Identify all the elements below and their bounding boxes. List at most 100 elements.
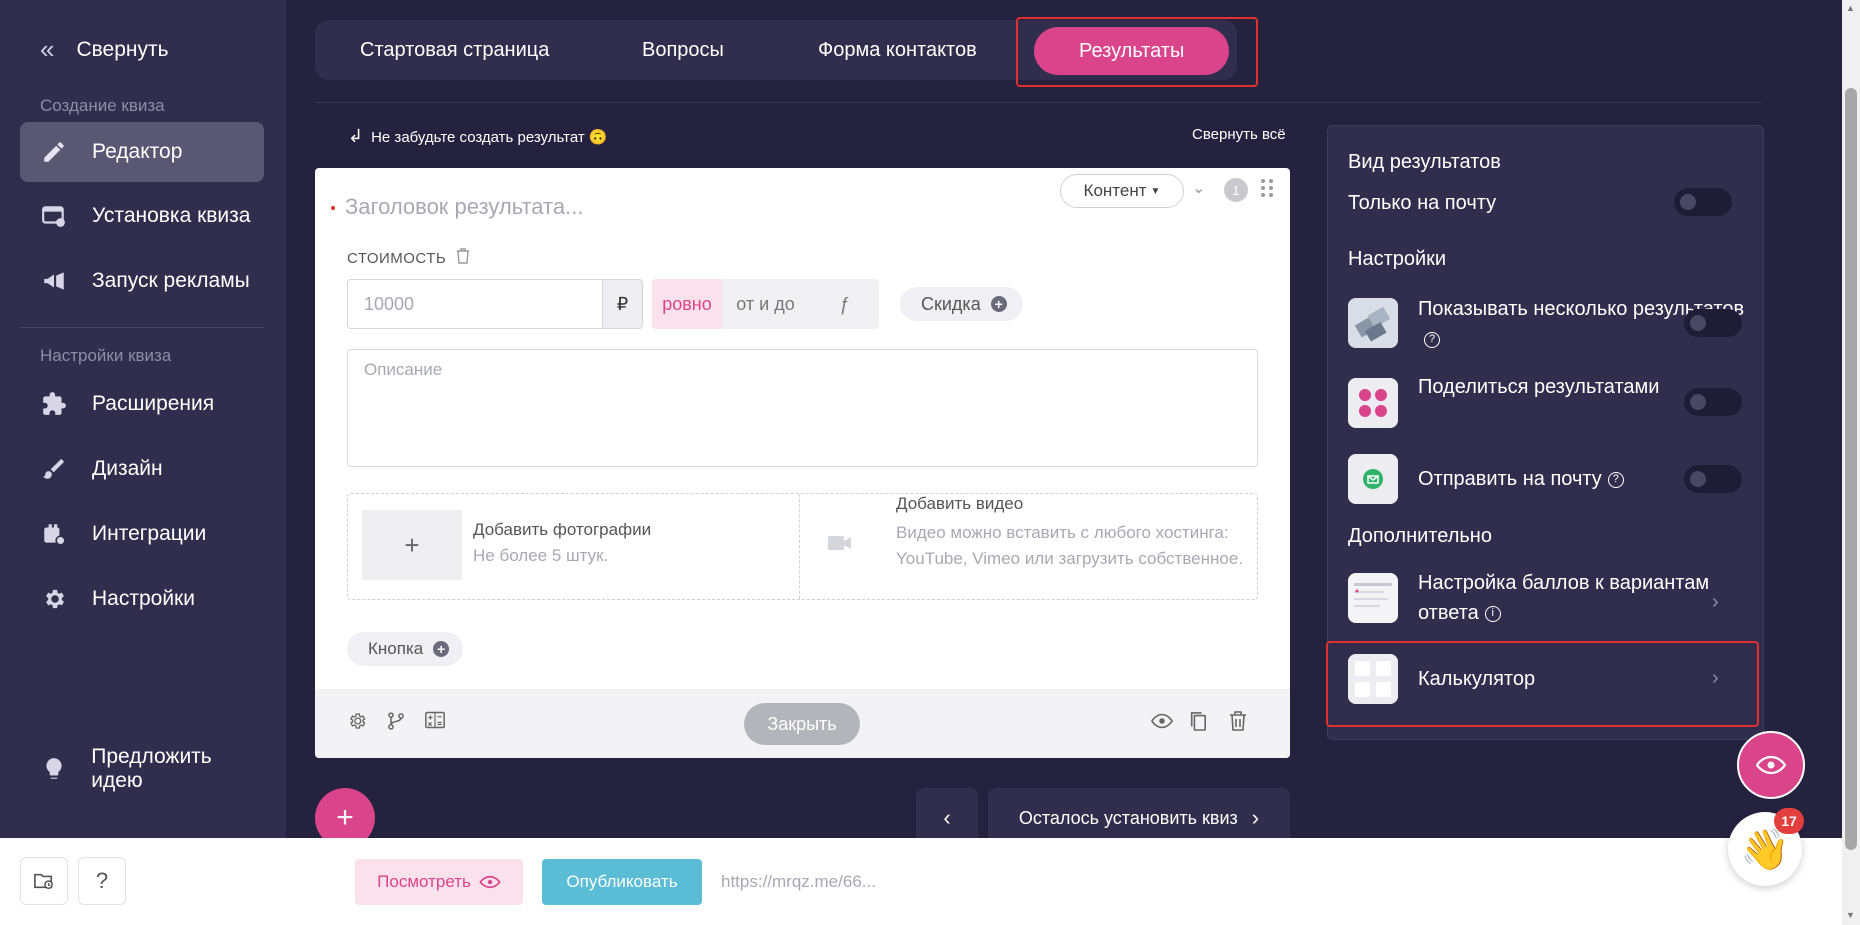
email-only-label: Только на почту <box>1348 192 1497 214</box>
multiple-results-icon <box>1348 298 1398 348</box>
discount-button[interactable]: Скидка + <box>900 287 1023 321</box>
help-circle-icon[interactable]: ? <box>1424 331 1440 348</box>
add-button-chip[interactable]: Кнопка + <box>347 632 464 666</box>
mode-formula[interactable]: ƒ <box>809 279 879 329</box>
tab-questions[interactable]: Вопросы <box>642 20 724 80</box>
plus-circle-icon: + <box>990 296 1007 312</box>
sidebar-item-suggest-idea[interactable]: Предложить идею <box>20 739 264 799</box>
drag-handle-icon[interactable] <box>1260 178 1274 198</box>
preview-eye-button[interactable] <box>1737 731 1805 799</box>
delete-icon[interactable] <box>1229 711 1251 733</box>
calculator-grid-icon[interactable] <box>425 711 447 733</box>
required-marker <box>331 206 335 210</box>
close-card-button[interactable]: Закрыть <box>744 703 860 745</box>
sidebar-item-label: Предложить идею <box>91 745 212 792</box>
install-icon <box>40 202 68 230</box>
media-separator <box>799 494 800 599</box>
sidebar-item-label: Дизайн <box>92 457 163 480</box>
result-title-input[interactable]: Заголовок результата... <box>345 194 583 220</box>
lightbulb-icon <box>40 755 67 783</box>
collapse-all-link[interactable]: Свернуть всё <box>1192 126 1286 143</box>
puzzle-icon <box>40 390 68 418</box>
chevron-down-icon[interactable]: ⌄ <box>1192 178 1205 198</box>
chevron-right-icon[interactable]: › <box>1712 591 1719 614</box>
sidebar-item-extensions[interactable]: Расширения <box>20 374 264 434</box>
sidebar-item-settings[interactable]: Настройки <box>20 569 264 629</box>
help-button[interactable]: ? <box>78 857 126 905</box>
result-card: Заголовок результата... Контент ▼ ⌄ 1 СТ… <box>315 168 1290 758</box>
extra-heading: Дополнительно <box>1348 525 1492 547</box>
copy-icon[interactable] <box>1189 711 1211 733</box>
sidebar-item-label: Запуск рекламы <box>92 269 250 292</box>
mode-exact[interactable]: ровно <box>652 279 722 329</box>
sidebar-item-label: Настройки <box>92 587 195 610</box>
history-button[interactable] <box>20 857 68 905</box>
trash-icon[interactable] <box>456 248 470 268</box>
sidebar-item-install[interactable]: Установка квиза <box>20 186 264 246</box>
email-only-toggle[interactable] <box>1674 188 1732 216</box>
tab-contact-form[interactable]: Форма контактов <box>818 20 977 80</box>
results-tab-highlight <box>1016 17 1258 87</box>
cost-label: СТОИМОСТЬ <box>347 248 470 268</box>
scroll-up-arrow-icon[interactable]: ▲ <box>1846 3 1855 13</box>
info-circle-icon[interactable]: i <box>1484 605 1501 622</box>
add-photo-subtitle: Не более 5 штук. <box>473 546 609 565</box>
sidebar-item-design[interactable]: Дизайн <box>20 439 264 499</box>
chevron-right-icon: › <box>1251 805 1260 830</box>
description-textarea[interactable]: Описание <box>347 349 1258 467</box>
folder-clock-icon <box>34 873 53 889</box>
tab-start-page[interactable]: Стартовая страница <box>360 20 549 80</box>
branch-icon[interactable] <box>386 711 408 733</box>
eye-check-icon[interactable] <box>1150 711 1174 733</box>
sidebar-item-editor[interactable]: Редактор <box>20 122 264 182</box>
share-results-toggle[interactable] <box>1684 388 1742 416</box>
sidebar-item-integrations[interactable]: Интеграции <box>20 504 264 564</box>
discount-label: Скидка <box>921 293 981 314</box>
send-email-toggle[interactable] <box>1684 465 1742 493</box>
cost-label-text: СТОИМОСТЬ <box>347 249 447 267</box>
chat-widget-button[interactable]: 👋 17 <box>1728 808 1804 886</box>
sidebar-item-label: Редактор <box>92 140 183 163</box>
preview-button[interactable]: Посмотреть <box>355 859 523 905</box>
settings-heading: Настройки <box>1348 248 1447 270</box>
collapse-sidebar-button[interactable]: « Свернуть <box>40 34 169 65</box>
gear-icon <box>40 585 68 613</box>
button-chip-label: Кнопка <box>368 639 424 658</box>
double-chevron-left-icon: « <box>40 34 55 64</box>
price-input[interactable]: 10000 <box>347 279 603 329</box>
video-camera-icon[interactable] <box>828 534 858 554</box>
settings-gear-icon[interactable] <box>347 711 369 733</box>
sidebar-divider <box>20 327 264 328</box>
plus-circle-icon: + <box>433 641 450 657</box>
hint-text: Не забудьте создать результат 🙃 <box>371 128 608 146</box>
scroll-down-arrow-icon[interactable]: ▼ <box>1846 910 1855 920</box>
chevron-left-icon: ‹ <box>943 805 951 830</box>
sidebar-item-label: Интеграции <box>92 522 207 545</box>
mode-range[interactable]: от и до <box>722 279 809 329</box>
next-step-label: Осталось установить квиз <box>1018 807 1238 828</box>
notification-badge: 17 <box>1774 808 1804 834</box>
integrations-icon <box>40 520 68 548</box>
add-photo-title[interactable]: Добавить фотографии <box>473 520 651 540</box>
content-dropdown-button[interactable]: Контент ▼ <box>1060 174 1184 208</box>
view-heading: Вид результатов <box>1348 151 1501 173</box>
add-video-title[interactable]: Добавить видео <box>896 494 1023 514</box>
show-multiple-toggle[interactable] <box>1684 309 1742 337</box>
create-result-hint: ↲ Не забудьте создать результат 🙃 <box>348 126 608 147</box>
add-photo-button[interactable]: + <box>362 510 462 580</box>
result-number-badge: 1 <box>1224 178 1248 202</box>
help-circle-icon[interactable]: ? <box>1607 471 1624 488</box>
publish-button[interactable]: Опубликовать <box>542 859 702 905</box>
quiz-url[interactable]: https://mrqz.me/66... <box>721 872 876 892</box>
scrollbar-thumb[interactable] <box>1845 88 1857 850</box>
add-video-subtitle: Видео можно вставить с любого хостинга: … <box>896 523 1244 568</box>
megaphone-icon <box>40 267 68 295</box>
bottom-bar: ? Посмотреть Опубликовать https://mrqz.m… <box>0 838 1842 925</box>
currency-ruble[interactable]: ₽ <box>603 279 643 329</box>
sidebar-item-ads[interactable]: Запуск рекламы <box>20 251 264 311</box>
preview-label: Посмотреть <box>377 872 471 891</box>
content-label: Контент <box>1083 181 1147 200</box>
eye-icon <box>1756 755 1786 775</box>
sidebar-item-label: Расширения <box>92 392 215 415</box>
send-email-text: Отправить на почту <box>1418 468 1602 490</box>
